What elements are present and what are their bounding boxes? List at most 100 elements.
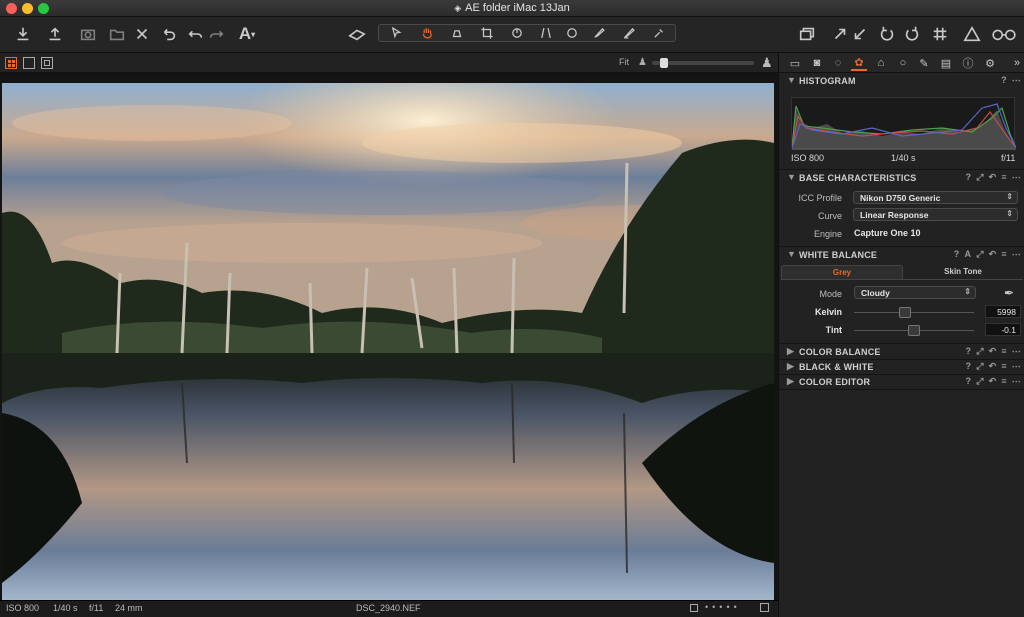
color-editor-header[interactable]: ▶ COLOR EDITOR ? ⤢ ↶ ≡ ⋯ — [779, 375, 1024, 389]
text-icon[interactable]: A ▾ — [236, 23, 258, 45]
glasses-icon[interactable] — [990, 23, 1018, 45]
expand-icon[interactable]: ⤢ — [976, 346, 983, 357]
settings-tab-icon[interactable]: ⚙ — [982, 55, 998, 71]
spot-icon[interactable] — [561, 25, 583, 41]
person-large-icon[interactable]: ♟ — [761, 55, 773, 71]
base-characteristics-header[interactable]: ▼ BASE CHARACTERISTICS ? ⤢ ↶ ≡ ⋯ — [779, 171, 1024, 185]
mode-select[interactable]: Cloudy ⇕ — [854, 286, 976, 299]
eraser-icon[interactable] — [617, 25, 641, 41]
reset-icon[interactable]: ↶ — [989, 361, 997, 372]
lens-tab-icon[interactable]: ◌ — [830, 55, 846, 71]
grid-view-icon[interactable] — [5, 57, 17, 69]
expand-icon[interactable]: ⤢ — [976, 376, 983, 387]
library-tab-icon[interactable]: ▭ — [787, 55, 803, 71]
delete-icon[interactable] — [132, 23, 152, 45]
layers-icon[interactable] — [796, 23, 818, 45]
help-icon[interactable]: ? — [965, 376, 971, 387]
image-viewer[interactable] — [0, 73, 778, 601]
undo-icon[interactable] — [186, 23, 206, 45]
workspace-icon[interactable] — [345, 23, 369, 45]
tint-slider-knob[interactable] — [908, 325, 920, 336]
color-balance-header[interactable]: ▶ COLOR BALANCE ? ⤢ ↶ ≡ ⋯ — [779, 345, 1024, 359]
reset-icon[interactable]: ↶ — [989, 172, 997, 183]
reset-icon[interactable]: ↶ — [989, 249, 997, 260]
eyedropper-icon[interactable]: ✒ — [1004, 286, 1014, 300]
rotate-icon[interactable] — [505, 25, 529, 41]
help-icon[interactable]: ? — [965, 346, 971, 357]
list-icon[interactable]: ≡ — [1001, 361, 1006, 372]
reset-icon[interactable]: ↶ — [989, 346, 997, 357]
keystone-icon[interactable] — [535, 25, 557, 41]
tint-slider[interactable] — [854, 325, 974, 336]
expanded-chevron-icon: ▼ — [787, 172, 797, 182]
kelvin-slider[interactable] — [854, 307, 974, 318]
capture-tab-icon[interactable]: ◙ — [809, 55, 825, 71]
select-chevron-icon: ⇕ — [964, 287, 971, 296]
grid-icon[interactable] — [930, 23, 950, 45]
redo-icon[interactable] — [206, 23, 226, 45]
color-tab-icon[interactable]: ✿ — [851, 55, 867, 71]
crop-icon[interactable] — [475, 25, 499, 41]
compare-view-icon[interactable] — [41, 57, 53, 69]
color-tag-icon[interactable] — [760, 603, 769, 612]
metadata-tab-icon[interactable]: ▤ — [938, 55, 954, 71]
list-icon[interactable]: ≡ — [1001, 249, 1006, 260]
histogram-header[interactable]: ▼ HISTOGRAM ? ⋯ — [779, 74, 1024, 88]
warning-icon[interactable] — [962, 23, 982, 45]
help-icon[interactable]: ? — [1001, 75, 1007, 86]
rotate-right-icon[interactable] — [902, 23, 922, 45]
picker-icon[interactable] — [647, 25, 671, 41]
menu-icon[interactable]: ⋯ — [1012, 361, 1021, 372]
kelvin-label: Kelvin — [814, 307, 842, 317]
reset-icon[interactable]: ↶ — [989, 376, 997, 387]
single-view-icon[interactable] — [23, 57, 35, 69]
tint-value[interactable]: -0.1 — [985, 323, 1021, 336]
checkbox-icon[interactable] — [690, 604, 698, 612]
kelvin-slider-knob[interactable] — [899, 307, 912, 318]
menu-icon[interactable]: ⋯ — [1012, 346, 1021, 357]
kelvin-value[interactable]: 5998 — [985, 305, 1021, 318]
list-icon[interactable]: ≡ — [1001, 346, 1006, 357]
folder-tag-icon[interactable] — [107, 23, 127, 45]
loupe-icon[interactable] — [445, 25, 469, 41]
auto-icon[interactable]: A — [964, 249, 971, 260]
more-tabs-icon[interactable]: » — [1009, 55, 1024, 71]
curve-select[interactable]: Linear Response ⇕ — [853, 208, 1018, 221]
hand-icon[interactable] — [415, 25, 439, 41]
camera-icon[interactable] — [78, 23, 98, 45]
collapse-icon[interactable] — [850, 23, 870, 45]
list-icon[interactable]: ≡ — [1001, 376, 1006, 387]
expand-icon[interactable]: ⤢ — [976, 361, 983, 372]
rating-dots-icon[interactable]: ••••• — [705, 602, 741, 612]
black-white-header[interactable]: ▶ BLACK & WHITE ? ⤢ ↶ ≡ ⋯ — [779, 360, 1024, 374]
expand-icon[interactable] — [830, 23, 850, 45]
help-icon[interactable]: ? — [965, 361, 971, 372]
import-icon[interactable] — [13, 23, 33, 45]
help-icon[interactable]: ? — [965, 172, 971, 183]
list-icon[interactable]: ≡ — [1001, 172, 1006, 183]
white-balance-header[interactable]: ▼ WHITE BALANCE ? A ⤢ ↶ ≡ ⋯ — [779, 248, 1024, 262]
status-shutter: 1/40 s — [53, 603, 78, 613]
menu-icon[interactable]: ⋯ — [1012, 249, 1021, 260]
export-icon[interactable] — [45, 23, 65, 45]
select-icon[interactable] — [385, 25, 409, 41]
adjust-tab-icon[interactable]: ✎ — [916, 55, 932, 71]
menu-icon[interactable]: ⋯ — [1012, 376, 1021, 387]
landscape-photo — [2, 83, 774, 600]
menu-icon[interactable]: ⋯ — [1012, 75, 1021, 86]
brush-icon[interactable] — [587, 25, 611, 41]
menu-icon[interactable]: ⋯ — [1012, 172, 1021, 183]
info-tab-icon[interactable]: ⓘ — [960, 55, 976, 71]
rotate-left-icon[interactable] — [877, 23, 897, 45]
zoom-slider[interactable] — [652, 58, 754, 68]
details-tab-icon[interactable]: ○ — [895, 55, 911, 71]
zoom-slider-knob[interactable] — [660, 58, 668, 68]
help-icon[interactable]: ? — [954, 249, 960, 260]
tab-skin-tone[interactable]: Skin Tone — [903, 265, 1023, 279]
expand-icon[interactable]: ⤢ — [976, 249, 983, 260]
tab-grey[interactable]: Grey — [781, 265, 903, 279]
expand-icon[interactable]: ⤢ — [976, 172, 983, 183]
exposure-tab-icon[interactable]: ⌂ — [873, 55, 889, 71]
rotate-undo-icon[interactable] — [159, 23, 179, 45]
icc-profile-select[interactable]: Nikon D750 Generic ⇕ — [853, 191, 1018, 204]
